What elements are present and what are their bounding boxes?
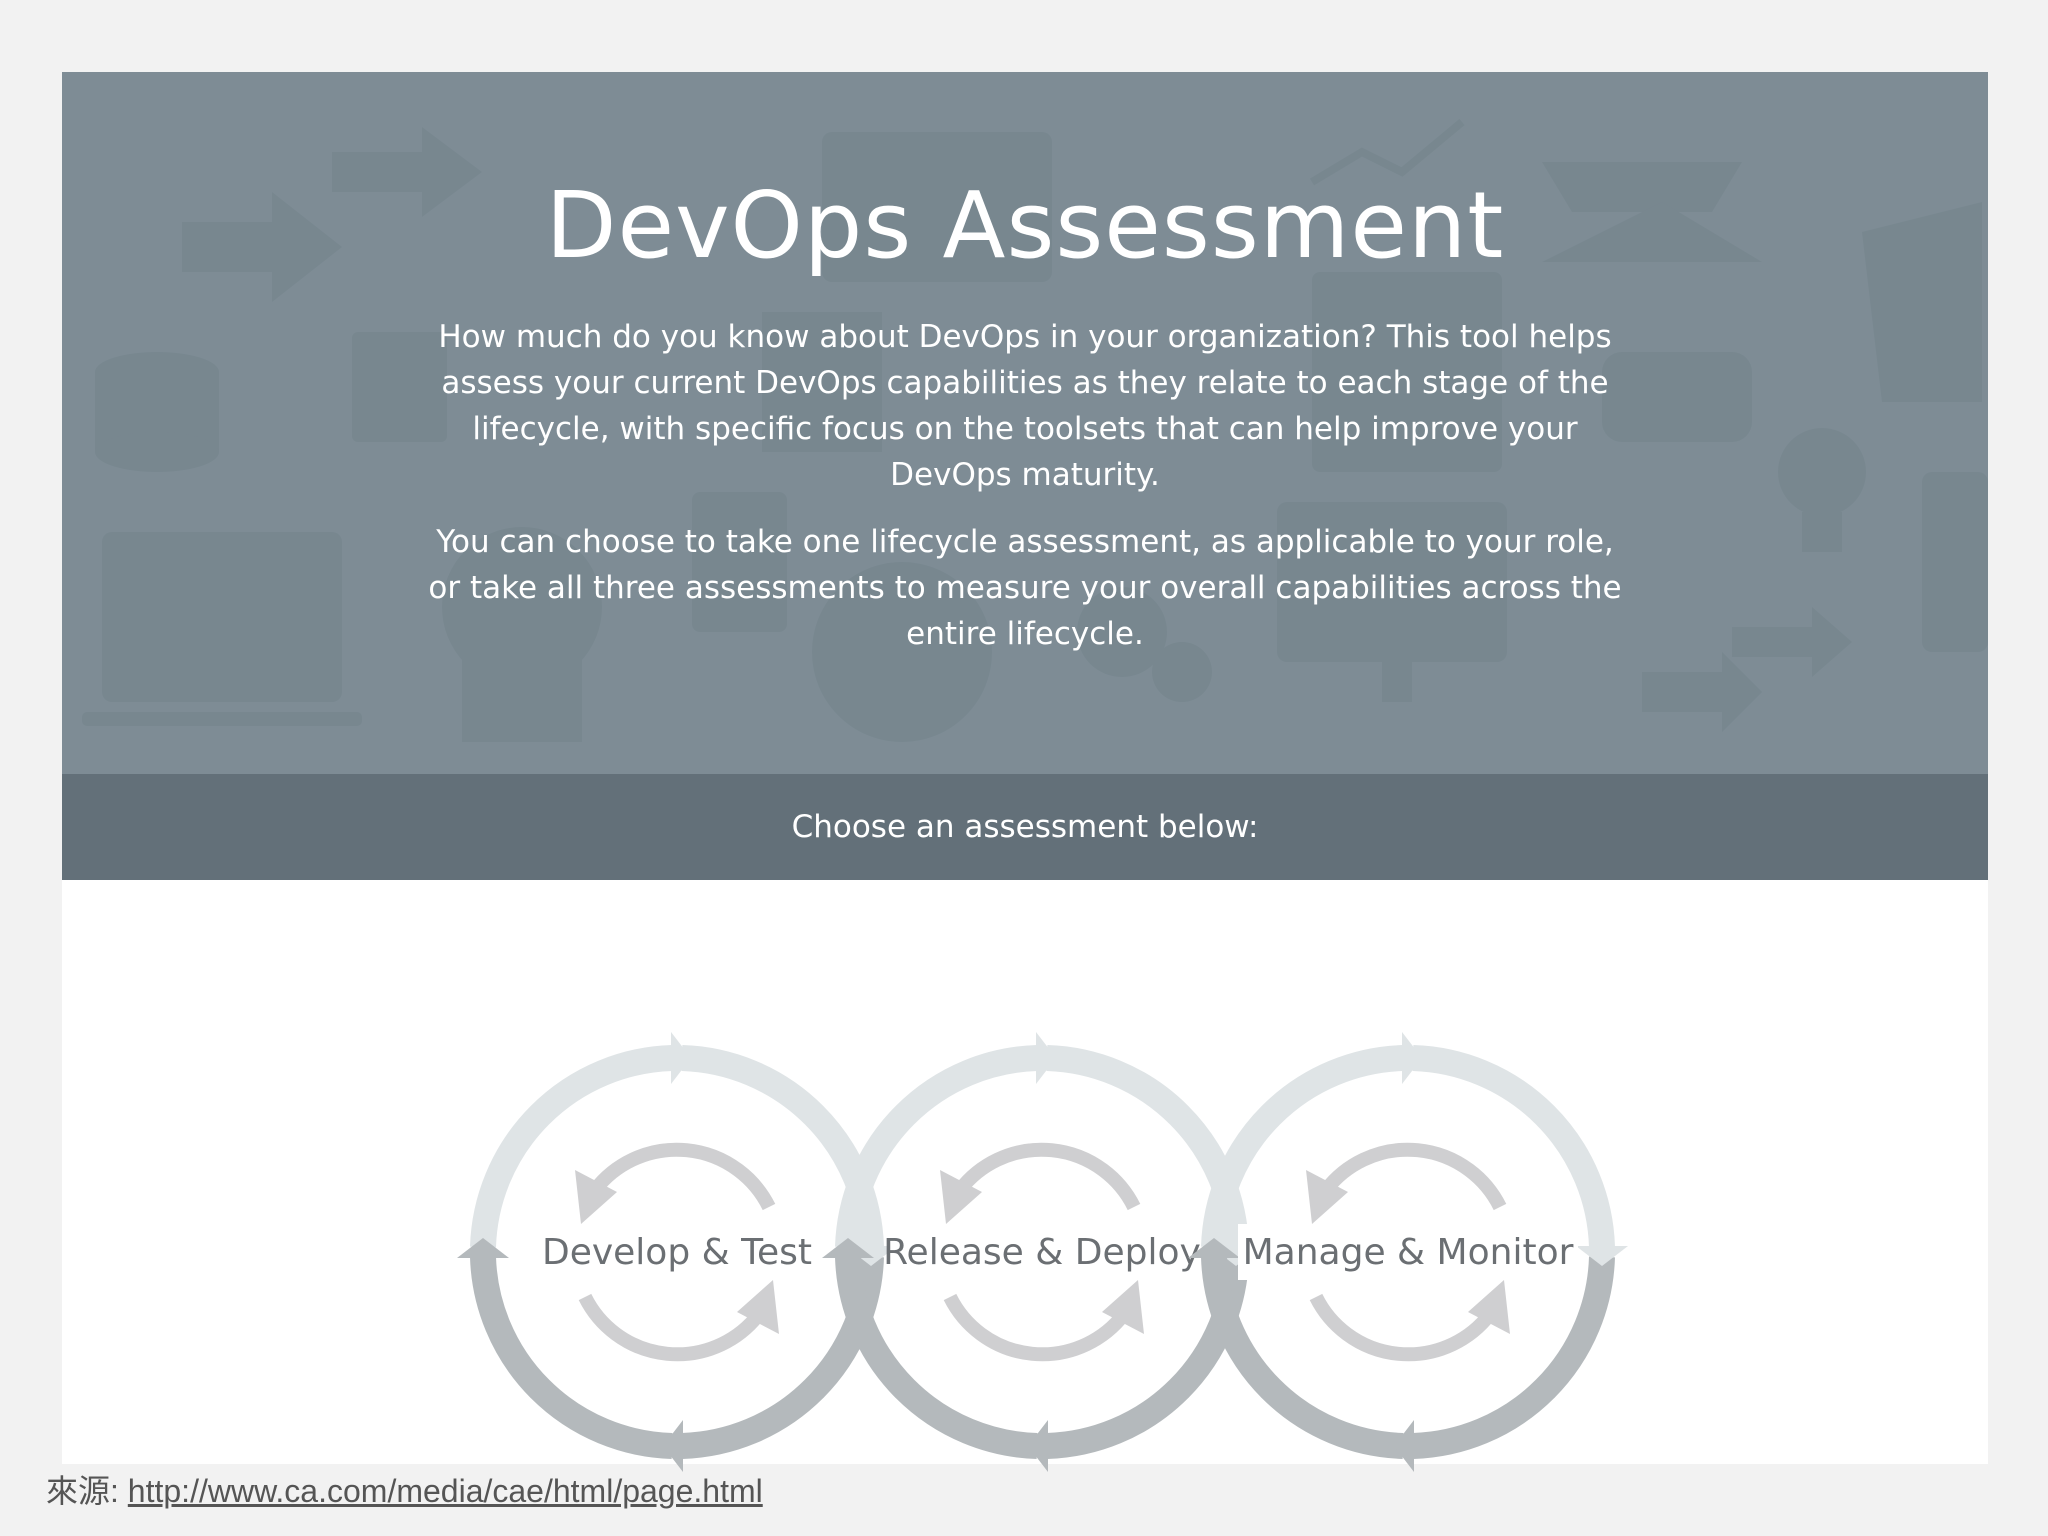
source-citation: 來源: http://www.ca.com/media/cae/html/pag… <box>46 1466 763 1512</box>
assessment-label: Manage & Monitor <box>1243 1232 1574 1273</box>
source-prefix: 來源: <box>46 1473 119 1509</box>
choose-assessment-label: Choose an assessment below: <box>791 809 1259 845</box>
intro-paragraph: How much do you know about DevOps in you… <box>438 319 1612 493</box>
choose-assessment-bar: Choose an assessment below: <box>62 774 1988 880</box>
assessment-cycles: Develop & Test Release & Deploy Manage &… <box>62 952 1988 1472</box>
hero-banner: DevOps Assessment How much do you know a… <box>62 72 1988 774</box>
page-frame: DevOps Assessment How much do you know a… <box>62 72 1988 1464</box>
assessment-label: Release & Deploy <box>883 1232 1201 1273</box>
source-link[interactable]: http://www.ca.com/media/cae/html/page.ht… <box>128 1473 763 1509</box>
assessment-manage-monitor[interactable]: Manage & Monitor <box>1188 1032 1628 1472</box>
instructions-paragraph: You can choose to take one lifecycle ass… <box>428 524 1622 652</box>
page-title: DevOps Assessment <box>545 172 1505 279</box>
assessment-label: Develop & Test <box>542 1232 812 1273</box>
